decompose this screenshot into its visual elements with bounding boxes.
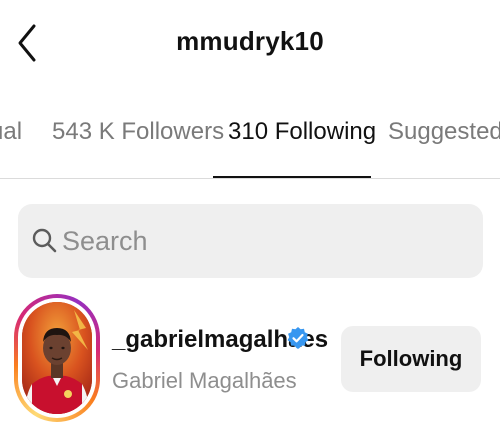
list-item[interactable]: _gabrielmagalhaes Gabriel Magalhães Foll… [0,290,500,430]
page-title: mmudryk10 [176,26,324,56]
search-input[interactable] [62,224,462,258]
verified-badge-icon [287,327,309,349]
tab-mutual[interactable]: ual [0,118,22,146]
tab-bar: ual 543 K Followers 310 Following Sugges… [0,104,500,178]
following-button[interactable]: Following [341,326,481,392]
top-bar: mmudryk10 [0,0,500,92]
avatar-photo [22,302,92,414]
search-bar[interactable] [18,204,483,278]
tab-suggested[interactable]: Suggested [388,118,500,146]
tab-following[interactable]: 310 Following [228,118,376,146]
account-full-name: Gabriel Magalhães [112,368,297,393]
following-list-screen: mmudryk10 ual 543 K Followers 310 Follow… [0,0,500,440]
tabs-divider [0,178,500,179]
search-icon [32,228,57,253]
avatar[interactable] [14,294,100,422]
tab-followers[interactable]: 543 K Followers [52,118,224,146]
profile-picture-image [22,302,92,414]
